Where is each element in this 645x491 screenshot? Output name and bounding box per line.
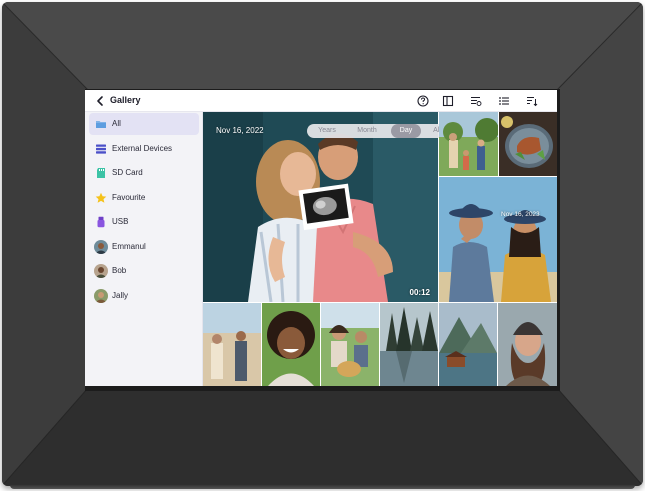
screen: Gallery All External Devices SD Card Fav… bbox=[85, 90, 557, 386]
photo-thumbnail[interactable] bbox=[499, 112, 557, 176]
stack-icon bbox=[96, 144, 106, 154]
sidebar-item-label: Bob bbox=[112, 266, 127, 275]
sidebar-item-sd-card[interactable]: SD Card bbox=[89, 162, 199, 184]
child-portrait-image bbox=[262, 303, 320, 386]
sidebar-item-label: All bbox=[112, 119, 121, 128]
photo-thumbnail[interactable] bbox=[439, 303, 497, 386]
forest-lake-image bbox=[380, 303, 438, 386]
photo-thumbnail[interactable] bbox=[321, 303, 379, 386]
sidebar-item-jally[interactable]: Jally bbox=[89, 285, 199, 307]
star-icon bbox=[95, 192, 107, 203]
photo-grid: Nov 16, 2022 00:12 Years Month Day All N… bbox=[203, 112, 557, 386]
usb-icon bbox=[97, 216, 105, 228]
sidebar-item-label: USB bbox=[112, 217, 129, 226]
sidebar-item-emmanul[interactable]: Emmanul bbox=[89, 236, 199, 258]
sort-icon[interactable] bbox=[526, 95, 538, 107]
woman-beanie-image bbox=[498, 303, 557, 386]
back-icon[interactable] bbox=[94, 95, 106, 107]
video-thumbnail-main[interactable]: Nov 16, 2022 00:12 bbox=[203, 112, 438, 302]
sidebar-item-label: SD Card bbox=[112, 168, 143, 177]
sidebar-item-label: External Devices bbox=[112, 144, 173, 153]
folder-icon bbox=[96, 121, 106, 128]
sidebar-item-label: Jally bbox=[112, 291, 129, 300]
slideshow-settings-icon[interactable] bbox=[470, 95, 482, 107]
photo-thumbnail[interactable] bbox=[498, 303, 557, 386]
mountain-cabin-image bbox=[439, 303, 497, 386]
avatar bbox=[94, 264, 108, 278]
view-option-day[interactable]: Day bbox=[391, 124, 421, 138]
video-duration: 00:12 bbox=[409, 288, 430, 297]
list-view-icon[interactable] bbox=[498, 95, 510, 107]
view-option-month[interactable]: Month bbox=[347, 124, 387, 138]
help-icon[interactable] bbox=[417, 95, 429, 107]
sd-card-icon bbox=[97, 168, 105, 178]
view-option-years[interactable]: Years bbox=[309, 124, 345, 138]
photo-thumbnail[interactable] bbox=[439, 112, 498, 176]
sidebar: All External Devices SD Card Favourite U… bbox=[85, 112, 203, 386]
family-dog-image bbox=[321, 303, 379, 386]
sidebar-item-bob[interactable]: Bob bbox=[89, 260, 199, 282]
couple-beach-image bbox=[203, 303, 261, 386]
avatar bbox=[94, 289, 108, 303]
sidebar-item-all[interactable]: All bbox=[89, 113, 199, 135]
family-park-image bbox=[439, 112, 498, 176]
layout-icon[interactable] bbox=[442, 95, 454, 107]
photo-thumbnail-featured[interactable]: Nov 16, 2023 bbox=[439, 177, 557, 302]
page-title: Gallery bbox=[110, 95, 141, 105]
avatar bbox=[94, 240, 108, 254]
sidebar-item-favourite[interactable]: Favourite bbox=[89, 187, 199, 209]
sidebar-item-external-devices[interactable]: External Devices bbox=[89, 138, 199, 160]
photo-date: Nov 16, 2023 bbox=[501, 211, 540, 218]
sidebar-item-label: Emmanul bbox=[112, 242, 146, 251]
sidebar-item-label: Favourite bbox=[112, 193, 146, 202]
photo-thumbnail[interactable] bbox=[262, 303, 320, 386]
photo-date: Nov 16, 2022 bbox=[216, 126, 264, 135]
frame-base bbox=[10, 484, 635, 489]
photo-thumbnail[interactable] bbox=[203, 303, 261, 386]
view-mode-switch: Years Month Day All bbox=[307, 124, 453, 138]
food-plate-image bbox=[499, 112, 557, 176]
couple-photo-image bbox=[203, 112, 438, 302]
couple-hats-image bbox=[439, 177, 557, 302]
top-bar: Gallery bbox=[85, 90, 557, 112]
photo-thumbnail[interactable] bbox=[380, 303, 438, 386]
sidebar-item-usb[interactable]: USB bbox=[89, 211, 199, 233]
